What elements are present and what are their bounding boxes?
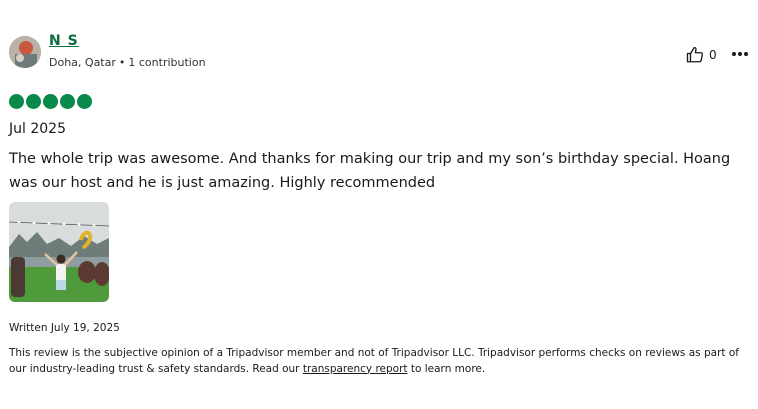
rating-bubble (60, 94, 75, 109)
rating-bubble (43, 94, 58, 109)
avatar[interactable] (9, 36, 41, 68)
visit-date: Jul 2025 (9, 121, 66, 137)
thumbs-up-icon (686, 46, 704, 63)
review-disclaimer: This review is the subjective opinion of… (9, 346, 757, 377)
written-date: Written July 19, 2025 (9, 322, 120, 334)
transparency-report-link[interactable]: transparency report (303, 363, 408, 375)
helpful-button[interactable]: 0 (686, 46, 717, 64)
review-text: The whole trip was awesome. And thanks f… (9, 151, 731, 191)
reviewer-meta: Doha, Qatar • 1 contribution (49, 56, 206, 69)
rating-bubble (26, 94, 41, 109)
review-photo-image (9, 202, 109, 302)
rating-bubble (9, 94, 24, 109)
reviewer-location: Doha, Qatar (49, 56, 116, 69)
avatar-image (9, 36, 41, 68)
review-photo[interactable] (9, 202, 109, 302)
rating-bubble (77, 94, 92, 109)
review-card: N S Doha, Qatar • 1 contribution 0 Jul 202… (0, 0, 758, 409)
more-options-button[interactable] (730, 44, 750, 64)
disclaimer-text-end: to learn more. (407, 362, 486, 375)
rating-bubbles (9, 94, 92, 109)
more-icon (732, 52, 748, 56)
helpful-count: 0 (709, 48, 717, 62)
reviewer-name[interactable]: N S (49, 33, 79, 49)
reviewer-contributions: 1 contribution (128, 56, 206, 69)
